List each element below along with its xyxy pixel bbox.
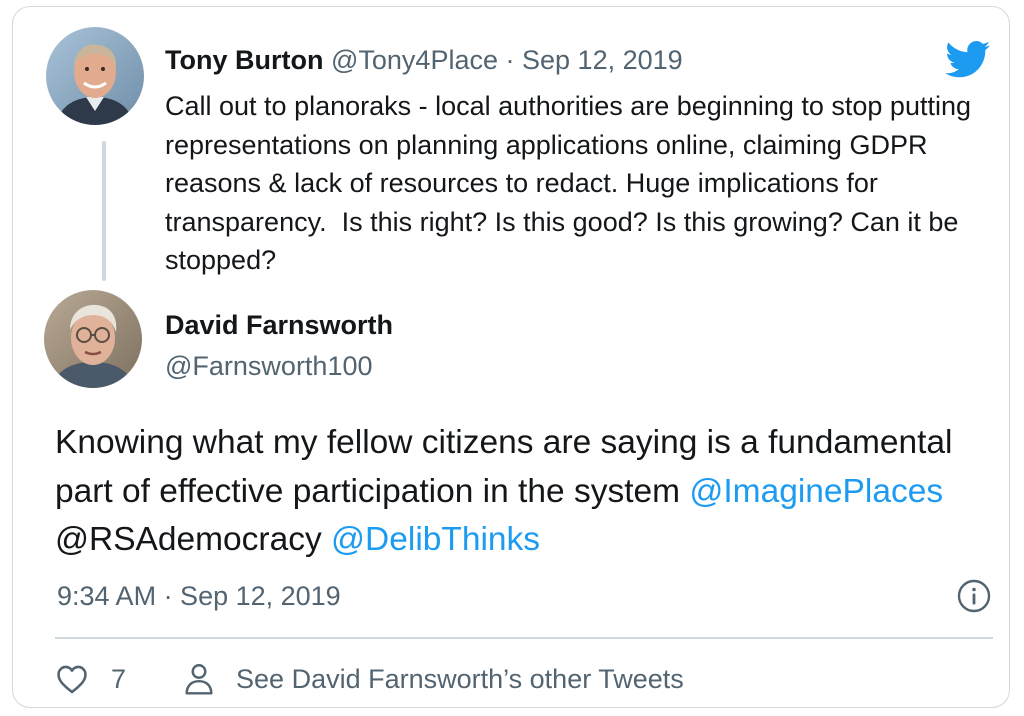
- mention-delibthinks-link[interactable]: @DelibThinks: [331, 521, 540, 558]
- like-button[interactable]: 7: [55, 662, 126, 696]
- mention-imagineplaces-link[interactable]: @ImaginePlaces: [689, 473, 943, 510]
- tweet-timestamp[interactable]: 9:34 AM · Sep 12, 2019: [57, 580, 341, 612]
- tweet-actions-bar: 7 See David Farnsworth’s other Tweets: [55, 655, 684, 703]
- quoted-tweet-date[interactable]: Sep 12, 2019: [522, 45, 683, 75]
- divider: [55, 637, 993, 639]
- avatar-photo: [46, 27, 144, 125]
- quoted-author-name[interactable]: Tony Burton: [165, 45, 323, 75]
- thread-connector-line: [102, 141, 106, 281]
- embedded-tweet-card[interactable]: Tony Burton @Tony4Place · Sep 12, 2019 C…: [12, 6, 1010, 708]
- person-icon: [185, 664, 213, 695]
- info-icon[interactable]: [957, 579, 991, 613]
- quoted-tweet-header: Tony Burton @Tony4Place · Sep 12, 2019: [165, 45, 683, 75]
- main-tweet-text: Knowing what my fellow citizens are sayi…: [55, 419, 1005, 565]
- header-separator: ·: [505, 45, 515, 75]
- see-other-tweets-link[interactable]: See David Farnsworth’s other Tweets: [126, 662, 684, 696]
- david-farnsworth-avatar[interactable]: [44, 290, 142, 388]
- avatar-photo: [44, 290, 142, 388]
- mention-rsademocracy-text: @RSAdemocracy: [55, 521, 322, 558]
- see-other-tweets-label: See David Farnsworth’s other Tweets: [236, 663, 684, 694]
- main-author-handle[interactable]: @Farnsworth100: [165, 350, 373, 382]
- like-count: 7: [111, 663, 127, 694]
- twitter-bird-icon[interactable]: [945, 41, 991, 79]
- main-author-name[interactable]: David Farnsworth: [165, 309, 393, 341]
- quoted-tweet-text: Call out to planoraks - local authoritie…: [165, 91, 979, 275]
- heart-icon: [57, 665, 87, 694]
- tony-burton-avatar[interactable]: [46, 27, 144, 125]
- quoted-author-handle[interactable]: @Tony4Place: [331, 45, 498, 75]
